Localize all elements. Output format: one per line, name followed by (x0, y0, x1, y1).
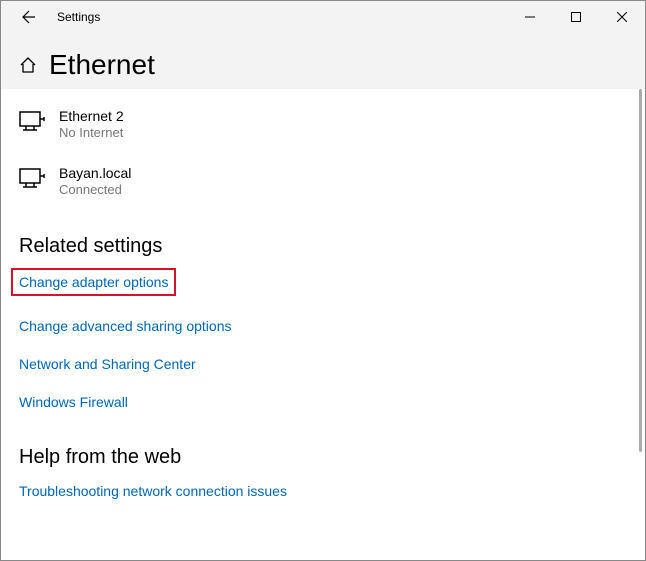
ethernet-icon (19, 166, 45, 192)
window-title: Settings (57, 10, 100, 24)
scrollbar[interactable] (636, 89, 642, 554)
network-sharing-center-link[interactable]: Network and Sharing Center (19, 356, 196, 372)
troubleshoot-network-link[interactable]: Troubleshooting network connection issue… (19, 483, 287, 499)
maximize-button[interactable] (553, 1, 599, 33)
network-name: Bayan.local (59, 164, 131, 182)
minimize-button[interactable] (507, 1, 553, 33)
arrow-left-icon (21, 9, 37, 25)
home-icon[interactable] (19, 56, 37, 74)
page-title: Ethernet (49, 49, 155, 81)
minimize-icon (525, 12, 535, 22)
maximize-icon (571, 12, 581, 22)
network-name: Ethernet 2 (59, 107, 124, 125)
network-item[interactable]: Ethernet 2 No Internet (19, 107, 627, 142)
close-button[interactable] (599, 1, 645, 33)
close-icon (617, 12, 627, 22)
related-settings-heading: Related settings (19, 235, 627, 258)
network-status: No Internet (59, 125, 124, 142)
content: Ethernet 2 No Internet Bayan.local Conne… (1, 89, 645, 539)
windows-firewall-link[interactable]: Windows Firewall (19, 394, 128, 410)
change-adapter-options-link[interactable]: Change adapter options (11, 268, 176, 296)
network-status: Connected (59, 182, 131, 199)
back-button[interactable] (9, 1, 49, 33)
window-controls (507, 1, 645, 33)
ethernet-icon (19, 109, 45, 135)
change-advanced-sharing-link[interactable]: Change advanced sharing options (19, 318, 232, 334)
network-item[interactable]: Bayan.local Connected (19, 164, 627, 199)
titlebar: Settings (1, 1, 645, 33)
help-heading: Help from the web (19, 446, 627, 469)
scrollbar-thumb[interactable] (639, 89, 642, 452)
page-header: Ethernet (1, 33, 645, 89)
content-scroll[interactable]: Ethernet 2 No Internet Bayan.local Conne… (1, 89, 645, 554)
